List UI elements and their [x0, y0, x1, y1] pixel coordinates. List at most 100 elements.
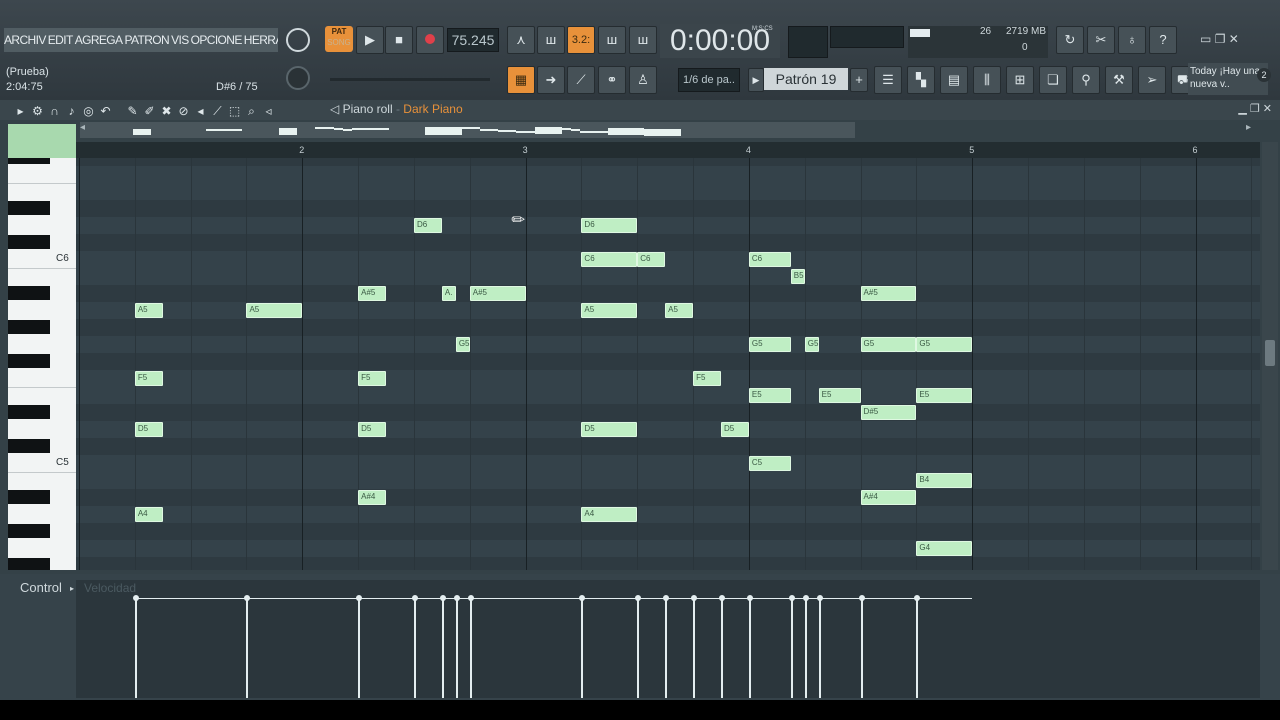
magnet-icon[interactable]: ∩ [46, 104, 63, 118]
velocity-bar[interactable] [665, 598, 668, 698]
close-icon[interactable]: ✕ [1229, 32, 1239, 46]
black-key[interactable] [8, 235, 50, 249]
piano-roll-icon[interactable]: ▚ [907, 66, 935, 94]
piano-roll-view-icon[interactable]: ▦ [507, 66, 535, 94]
loop-record-icon[interactable]: ш [629, 26, 657, 54]
record-target-icon[interactable]: ◎ [80, 104, 97, 118]
note[interactable]: B4 [916, 473, 973, 488]
note[interactable]: A#5 [358, 286, 387, 301]
note[interactable]: B5 [790, 269, 805, 284]
master-volume-knob[interactable] [286, 28, 310, 52]
note[interactable]: A#5 [469, 286, 526, 301]
velocity-bar[interactable] [455, 598, 458, 698]
paint-icon[interactable]: ✐ [141, 104, 158, 118]
timeline-ruler[interactable]: 2 3 4 5 6 [76, 142, 1260, 158]
note[interactable]: D6 [581, 218, 638, 233]
pr-minimize-icon[interactable]: ▁ [1238, 103, 1246, 115]
note-grid[interactable]: D6 D6 C6 C6 C6 B5 A#5 A. A#5 A#5 A5 A5 A5 A5 G5 G5 G5 G5 G… [76, 158, 1260, 570]
project-info-icon[interactable]: ❏ [1039, 66, 1067, 94]
undo-icon[interactable]: ↶ [97, 104, 114, 118]
velocity-bar[interactable] [637, 598, 640, 698]
menu-editar[interactable]: EDIT [48, 33, 74, 47]
cut-icon[interactable]: ✂ [1087, 26, 1115, 54]
menu-agregar[interactable]: AGREGA [75, 33, 123, 47]
velocity-lane[interactable] [76, 580, 1260, 698]
minimize-icon[interactable]: ▭ [1200, 32, 1211, 46]
note[interactable]: D#5 [860, 405, 917, 420]
note[interactable]: F5 [134, 371, 163, 386]
note[interactable]: E5 [818, 388, 861, 403]
note[interactable]: A4 [134, 507, 163, 522]
song-position-slider[interactable] [330, 78, 490, 81]
pattern-overview-scrollbar[interactable] [80, 122, 855, 138]
microphone-icon[interactable]: ♁ [1118, 26, 1146, 54]
piano-keyboard[interactable]: C6 C5 [8, 158, 76, 570]
note-icon[interactable]: ♪ [63, 104, 80, 118]
note[interactable]: A4 [581, 507, 638, 522]
note[interactable]: E5 [916, 388, 973, 403]
note[interactable]: C6 [637, 252, 666, 267]
playlist-icon[interactable]: ☰ [874, 66, 902, 94]
note[interactable]: A#4 [358, 490, 387, 505]
instrument-name[interactable]: Dark Piano [403, 102, 462, 116]
step-edit-button[interactable]: 3.2: [567, 26, 595, 54]
brush-icon[interactable]: ⟋ [567, 66, 595, 94]
stop-button[interactable]: ■ [385, 26, 413, 54]
pr-maximize-icon[interactable]: ❐ [1250, 103, 1260, 115]
note[interactable]: C6 [581, 252, 638, 267]
menu-vista[interactable]: VIS [171, 33, 189, 47]
maximize-icon[interactable]: ❐ [1215, 32, 1226, 46]
velocity-bar[interactable] [804, 598, 807, 698]
play-button[interactable]: ▶ [356, 26, 384, 54]
note[interactable]: G5 [455, 337, 470, 352]
note[interactable]: C6 [748, 252, 791, 267]
metronome-icon[interactable]: ⋏ [507, 26, 535, 54]
note[interactable]: G5 [804, 337, 819, 352]
note[interactable]: D5 [358, 422, 387, 437]
velocity-bar[interactable] [720, 598, 723, 698]
velocity-bar[interactable] [246, 598, 249, 698]
channel-rack-icon[interactable]: ▤ [940, 66, 968, 94]
control-arrow-icon[interactable]: ▸ [70, 584, 74, 593]
note[interactable]: A#5 [860, 286, 917, 301]
pencil-icon[interactable]: ✎ [124, 104, 141, 118]
news-panel[interactable]: Today ¡Hay una nueva v.. [1188, 63, 1268, 95]
note[interactable]: G5 [916, 337, 973, 352]
master-pitch-knob[interactable] [286, 66, 310, 90]
pattern-mode-toggle[interactable]: PAT SONG [325, 26, 353, 52]
select-icon[interactable]: ⬚ [226, 104, 243, 118]
record-button[interactable] [416, 26, 444, 54]
slice-icon[interactable]: ⟋ [209, 104, 226, 119]
velocity-bar[interactable] [818, 598, 821, 698]
black-key[interactable] [8, 524, 50, 538]
velocity-bar[interactable] [860, 598, 863, 698]
note[interactable]: A5 [246, 303, 303, 318]
arrow-icon[interactable]: ➜ [537, 66, 565, 94]
wrench-icon[interactable]: ⚙ [29, 104, 46, 118]
options-arrow-icon[interactable]: ▸ [12, 104, 29, 118]
playback-icon[interactable]: ◃ [260, 104, 277, 118]
velocity-bar[interactable] [358, 598, 361, 698]
velocity-bar[interactable] [916, 598, 919, 698]
velocity-bar[interactable] [581, 598, 584, 698]
menu-opciones[interactable]: OPCIONE [191, 33, 243, 47]
note[interactable]: F5 [358, 371, 387, 386]
note[interactable]: D5 [134, 422, 163, 437]
note[interactable]: D5 [581, 422, 638, 437]
velocity-bar[interactable] [748, 598, 751, 698]
black-key[interactable] [8, 405, 50, 419]
browser-icon[interactable]: ⊞ [1006, 66, 1034, 94]
note[interactable]: A5 [581, 303, 638, 318]
note[interactable]: G5 [748, 337, 791, 352]
typing-keyboard-icon[interactable]: ♙ [629, 66, 657, 94]
tools-icon[interactable]: ⚒ [1105, 66, 1133, 94]
scroll-right-icon[interactable]: ▸ [1246, 122, 1258, 138]
black-key[interactable] [8, 490, 50, 504]
velocity-bar[interactable] [441, 598, 444, 698]
velocity-bar[interactable] [693, 598, 696, 698]
tempo-display[interactable]: 75.245 [447, 28, 499, 52]
link-icon[interactable]: ⚭ [598, 66, 626, 94]
speaker-icon[interactable]: ◁ [330, 102, 339, 116]
note[interactable]: D5 [720, 422, 749, 437]
note[interactable]: A5 [665, 303, 694, 318]
